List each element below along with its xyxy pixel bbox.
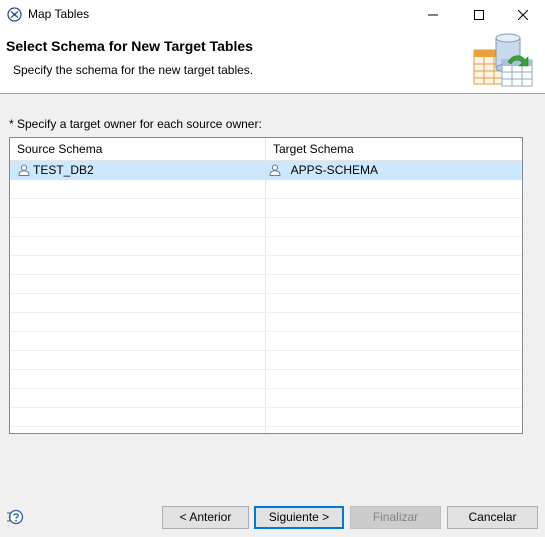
- target-schema-text: APPS-SCHEMA: [290, 163, 379, 177]
- next-button[interactable]: Siguiente >: [254, 506, 344, 529]
- target-schema-cell[interactable]: APPS-SCHEMA: [269, 161, 378, 179]
- maximize-button[interactable]: [456, 0, 501, 29]
- maximize-icon: [473, 9, 484, 20]
- table-row[interactable]: [10, 313, 522, 332]
- schema-mapping-table[interactable]: Source Schema Target Schema TEST_DB2 APP…: [9, 137, 523, 434]
- help-icon: [7, 509, 24, 525]
- source-schema-cell[interactable]: TEST_DB2: [18, 161, 94, 179]
- minimize-button[interactable]: [410, 0, 455, 29]
- source-schema-text: TEST_DB2: [33, 163, 94, 177]
- finish-button[interactable]: Finalizar: [350, 506, 441, 529]
- page-title: Select Schema for New Target Tables: [6, 38, 253, 54]
- table-row[interactable]: [10, 180, 522, 199]
- database-tables-graphic: [470, 32, 536, 90]
- minimize-icon: [427, 14, 438, 15]
- table-row[interactable]: [10, 294, 522, 313]
- close-button[interactable]: [500, 0, 545, 29]
- table-row[interactable]: [10, 237, 522, 256]
- column-header-target[interactable]: Target Schema: [273, 138, 354, 160]
- table-row[interactable]: [10, 408, 522, 427]
- map-tables-icon: [7, 7, 22, 22]
- table-header: Source Schema Target Schema: [10, 138, 522, 161]
- table-row[interactable]: [10, 275, 522, 294]
- close-icon: [517, 9, 528, 20]
- table-row[interactable]: [10, 389, 522, 408]
- window-title: Map Tables: [28, 7, 90, 21]
- instruction-label: * Specify a target owner for each source…: [9, 117, 262, 131]
- page-description: Specify the schema for the new target ta…: [13, 63, 254, 77]
- table-row[interactable]: [10, 199, 522, 218]
- table-row[interactable]: [10, 332, 522, 351]
- table-row[interactable]: [10, 370, 522, 389]
- table-row[interactable]: [10, 351, 522, 370]
- table-row[interactable]: [10, 256, 522, 275]
- help-button[interactable]: [6, 509, 24, 525]
- back-button[interactable]: < Anterior: [162, 506, 249, 529]
- table-row[interactable]: [10, 218, 522, 237]
- user-icon: [18, 164, 30, 176]
- column-header-source[interactable]: Source Schema: [17, 138, 102, 160]
- table-row[interactable]: TEST_DB2 APPS-SCHEMA: [10, 161, 522, 180]
- user-icon: [269, 164, 281, 176]
- wizard-header: Select Schema for New Target Tables Spec…: [0, 29, 545, 94]
- cancel-button[interactable]: Cancelar: [447, 506, 538, 529]
- title-bar: Map Tables: [0, 0, 545, 29]
